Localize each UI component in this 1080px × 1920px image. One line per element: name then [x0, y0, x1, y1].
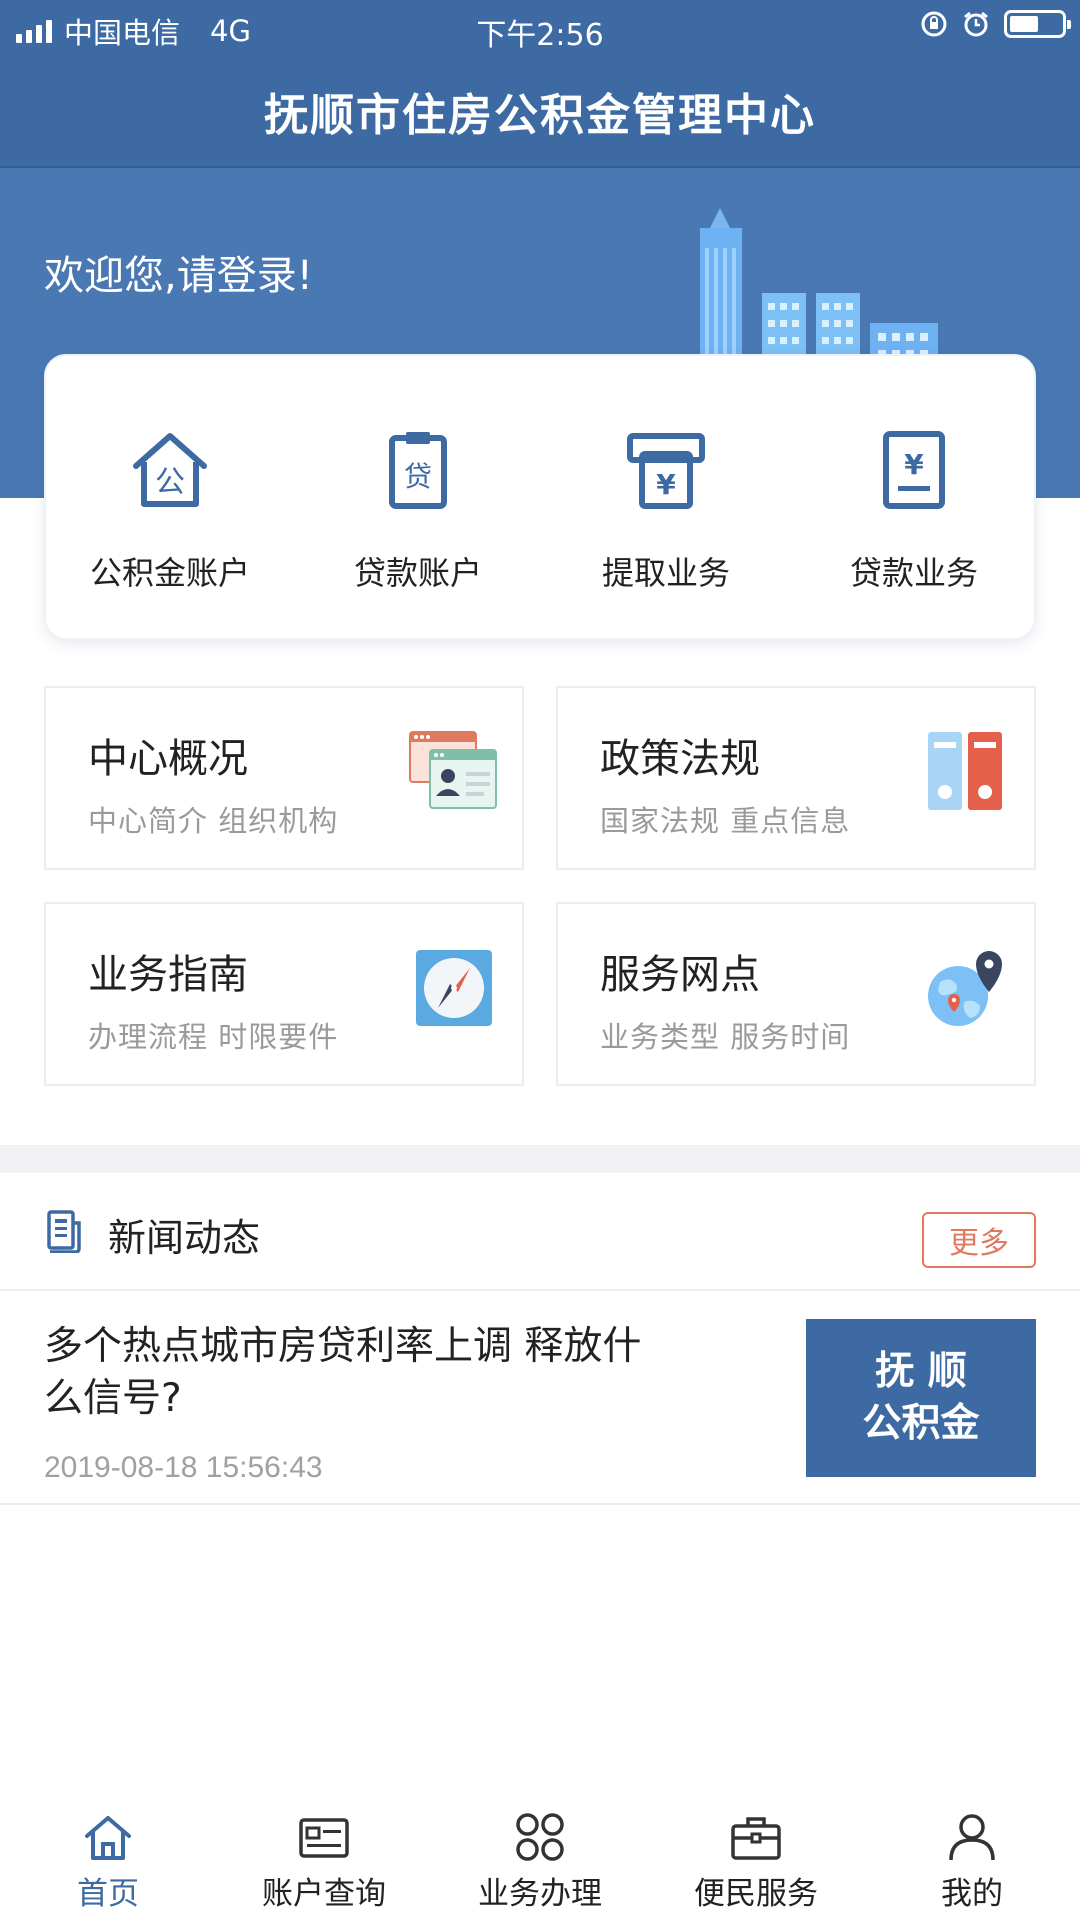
tab-label: 账户查询 [262, 1876, 386, 1912]
quick-action-loan-account[interactable]: 贷 贷款账户 [294, 356, 542, 642]
rotation-lock-icon [921, 11, 947, 37]
quick-action-label: 贷款账户 [353, 554, 482, 592]
card-service-outlets[interactable]: 服务网点 业务类型 服务时间 [556, 902, 1036, 1086]
id-card-icon [299, 1818, 349, 1858]
news-section-title: 新闻动态 [108, 1216, 261, 1260]
battery-level [1010, 16, 1038, 32]
battery-icon [1004, 10, 1071, 38]
status-right [920, 10, 1071, 38]
atm-icon: ¥ [627, 433, 705, 509]
binders-icon [928, 732, 1002, 810]
quick-action-fund-account[interactable]: 公 公积金账户 [46, 356, 294, 642]
tab-label: 便民服务 [694, 1876, 818, 1912]
briefcase-icon [731, 1817, 781, 1860]
user-icon [949, 1814, 995, 1861]
card-subtitle: 国家法规 重点信息 [600, 804, 851, 838]
login-prompt[interactable]: 欢迎您,请登录! [44, 243, 313, 301]
card-title: 服务网点 [600, 952, 760, 998]
tab-account-query[interactable]: 账户查询 [216, 1790, 432, 1920]
quick-action-label: 提取业务 [601, 554, 730, 592]
tab-convenience[interactable]: 便民服务 [648, 1790, 864, 1920]
home-icon [85, 1816, 131, 1860]
card-subtitle: 业务类型 服务时间 [600, 1020, 851, 1054]
quick-action-loan-service[interactable]: ¥ 贷款业务 [790, 356, 1038, 642]
tab-home[interactable]: 首页 [0, 1790, 216, 1920]
tab-label: 业务办理 [478, 1876, 602, 1912]
bottom-tab-bar: 首页 账户查询 业务办理 便民服务 我的 [0, 1790, 1080, 1920]
status-time: 下午2:56 [476, 18, 604, 53]
news-date: 2019-08-18 15:56:43 [44, 1451, 323, 1484]
card-policy-regulations[interactable]: 政策法规 国家法规 重点信息 [556, 686, 1036, 870]
tab-label: 首页 [77, 1876, 139, 1912]
news-thumbnail: 抚 顺 公积金 [806, 1319, 1036, 1477]
thumbnail-line-2: 公积金 [862, 1401, 980, 1446]
quick-action-withdrawal[interactable]: ¥ 提取业务 [542, 356, 790, 642]
globe-pin-icon [928, 951, 1002, 1026]
alarm-icon [964, 11, 988, 37]
card-title: 中心概况 [88, 736, 248, 782]
card-business-guide[interactable]: 业务指南 办理流程 时限要件 [44, 902, 524, 1086]
more-news-button[interactable]: 更多 [922, 1212, 1036, 1268]
card-subtitle: 中心简介 组织机构 [88, 804, 339, 838]
newspaper-icon [47, 1210, 81, 1253]
app-screen: 中国电信 4G 下午2:56 抚顺市住房公积金管理中心 欢迎您,请登录! 公 公… [0, 0, 1080, 1920]
house-icon: 公 [133, 433, 207, 507]
quick-action-label: 公积金账户 [89, 554, 250, 592]
section-divider [0, 1145, 1080, 1173]
compass-icon [416, 950, 492, 1026]
card-title: 业务指南 [88, 952, 248, 998]
card-title: 政策法规 [600, 736, 760, 782]
status-bar: 中国电信 4G 下午2:56 [0, 0, 1080, 56]
svg-text:¥: ¥ [904, 448, 924, 481]
news-list-item[interactable]: 多个热点城市房贷利率上调 释放什么信号? 2019-08-18 15:56:43… [0, 1291, 1080, 1505]
svg-text:贷: 贷 [404, 460, 432, 493]
quick-actions-card: 公 公积金账户 贷 贷款账户 ¥ 提取业务 ¥ 贷款业务 [44, 354, 1036, 640]
news-headline: 多个热点城市房贷利率上调 释放什么信号? [44, 1324, 642, 1421]
tab-label: 我的 [941, 1876, 1003, 1912]
tab-profile[interactable]: 我的 [864, 1790, 1080, 1920]
page-title: 抚顺市住房公积金管理中心 [0, 56, 1080, 168]
svg-text:¥: ¥ [656, 468, 676, 501]
profile-browser-icon [409, 731, 497, 809]
receipt-icon: ¥ [883, 431, 945, 509]
card-subtitle: 办理流程 时限要件 [88, 1020, 339, 1054]
tab-business[interactable]: 业务办理 [432, 1790, 648, 1920]
svg-text:公: 公 [155, 465, 185, 500]
news-section-header: 新闻动态 更多 [0, 1175, 1080, 1291]
grid-icon [516, 1813, 564, 1861]
clipboard-icon: 贷 [389, 432, 447, 509]
quick-action-label: 贷款业务 [849, 554, 978, 592]
thumbnail-line-1: 抚 顺 [875, 1349, 967, 1394]
card-center-overview[interactable]: 中心概况 中心简介 组织机构 [44, 686, 524, 870]
